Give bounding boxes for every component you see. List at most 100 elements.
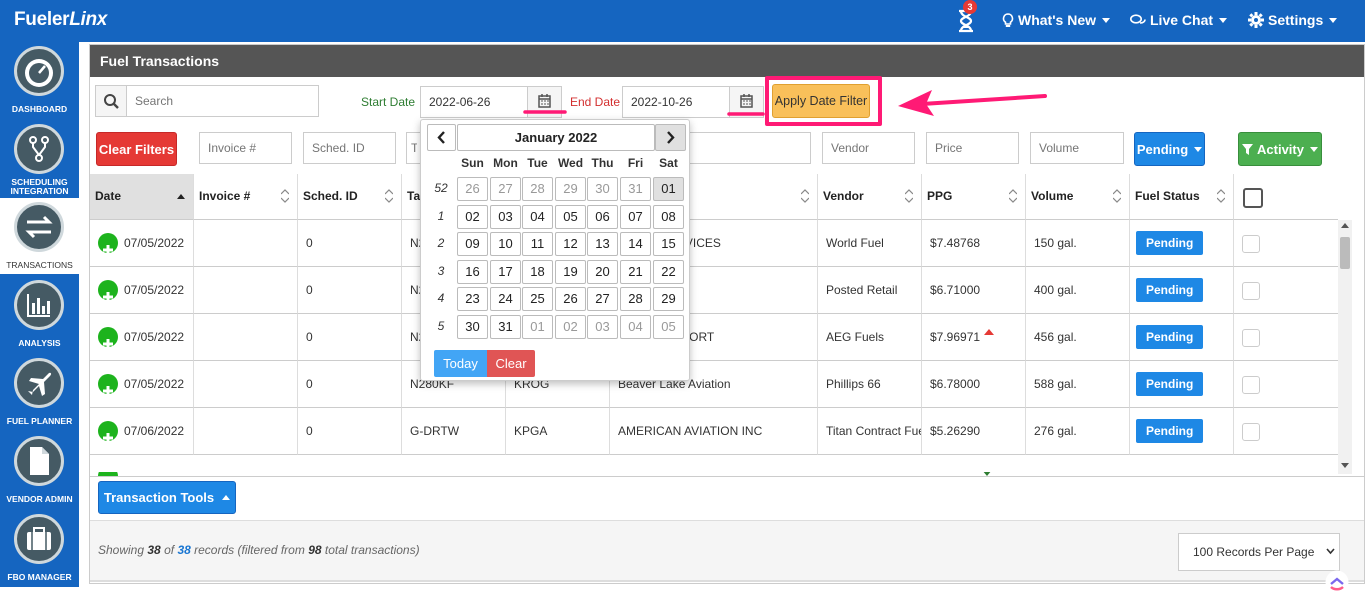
datepicker-day[interactable]: 11 <box>522 232 553 256</box>
table-scrollbar[interactable] <box>1338 220 1352 474</box>
row-select-checkbox[interactable] <box>1242 376 1260 394</box>
select-all-checkbox[interactable] <box>1243 188 1263 208</box>
datepicker-day[interactable]: 12 <box>555 232 586 256</box>
add-circle-icon[interactable] <box>98 232 118 255</box>
datepicker-day[interactable]: 01 <box>653 177 684 201</box>
datepicker-day[interactable]: 22 <box>653 259 684 284</box>
datepicker-day[interactable]: 14 <box>620 232 651 256</box>
scroll-down-arrow-icon[interactable] <box>1341 463 1349 468</box>
column-header-sched-id[interactable]: Sched. ID <box>298 174 402 220</box>
invoice-filter-input[interactable] <box>199 132 292 164</box>
add-circle-icon[interactable] <box>98 373 118 396</box>
add-circle-icon[interactable] <box>98 326 118 349</box>
datepicker-clear-button[interactable]: Clear <box>487 350 535 377</box>
vendor-filter-input[interactable] <box>822 132 915 164</box>
datepicker-day[interactable]: 16 <box>457 259 488 284</box>
datepicker-day[interactable]: 02 <box>457 204 488 229</box>
volume-filter-input[interactable] <box>1030 132 1124 164</box>
datepicker-day[interactable]: 17 <box>490 259 521 284</box>
clickup-logo-icon[interactable] <box>1325 570 1349 594</box>
datepicker-day[interactable]: 02 <box>555 314 586 339</box>
datepicker-day[interactable]: 09 <box>457 232 488 256</box>
datepicker-day[interactable]: 10 <box>490 232 521 256</box>
records-per-page-select[interactable]: 100 Records Per Page <box>1178 533 1340 571</box>
sched-id-filter-input[interactable] <box>303 132 396 164</box>
row-select-checkbox[interactable] <box>1242 329 1260 347</box>
column-header-vendor[interactable]: Vendor <box>818 174 922 220</box>
scroll-up-arrow-icon[interactable] <box>1341 223 1349 228</box>
datepicker-day[interactable]: 28 <box>620 287 651 311</box>
transaction-tools-button[interactable]: Transaction Tools <box>98 481 236 514</box>
fuel-status-pending-button[interactable]: Pending <box>1136 325 1204 349</box>
datepicker-day[interactable]: 05 <box>555 204 586 229</box>
row-select-checkbox[interactable] <box>1242 235 1260 253</box>
fuel-status-dropdown[interactable]: Pending <box>1134 132 1205 166</box>
settings-menu[interactable]: Settings <box>1248 12 1338 28</box>
datepicker-day[interactable]: 04 <box>522 204 553 229</box>
datepicker-day[interactable]: 30 <box>457 314 488 339</box>
datepicker-day[interactable]: 03 <box>587 314 618 339</box>
whats-new-menu[interactable]: What's New <box>1002 12 1111 28</box>
sidebar-item-scheduling[interactable]: SCHEDULING INTEGRATION <box>0 120 79 196</box>
sidebar-item-dashboard[interactable]: DASHBOARD <box>0 42 79 118</box>
datepicker-day[interactable]: 26 <box>457 177 488 201</box>
live-chat-menu[interactable]: Live Chat <box>1130 12 1228 28</box>
fuel-status-pending-button[interactable]: Pending <box>1136 372 1204 396</box>
fuel-status-pending-button[interactable]: Pending <box>1136 278 1204 302</box>
column-header-date[interactable]: Date <box>90 174 194 220</box>
column-header-volume[interactable]: Volume <box>1026 174 1130 220</box>
search-button[interactable] <box>95 85 127 117</box>
add-circle-icon[interactable] <box>98 279 118 302</box>
sidebar-item-vendor-admin[interactable]: VENDOR ADMIN <box>0 432 79 508</box>
datepicker-month-title[interactable]: January 2022 <box>457 124 655 151</box>
datepicker-day[interactable]: 20 <box>587 259 618 284</box>
datepicker-day[interactable]: 05 <box>653 314 684 339</box>
datepicker-day[interactable]: 26 <box>555 287 586 311</box>
column-header-invoice[interactable]: Invoice # <box>194 174 298 220</box>
datepicker-day[interactable]: 23 <box>457 287 488 311</box>
datepicker-day[interactable]: 13 <box>587 232 618 256</box>
datepicker-day[interactable]: 30 <box>587 177 618 201</box>
datepicker-day[interactable]: 15 <box>653 232 684 256</box>
price-filter-input[interactable] <box>926 132 1019 164</box>
activity-dropdown[interactable]: Activity <box>1238 132 1322 166</box>
datepicker-next-button[interactable] <box>655 124 686 151</box>
datepicker-day[interactable]: 18 <box>522 259 553 284</box>
datepicker-day[interactable]: 31 <box>490 314 521 339</box>
clear-filters-button[interactable]: Clear Filters <box>96 132 177 166</box>
start-date-input[interactable]: 2022-06-26 <box>420 86 528 118</box>
datepicker-day[interactable]: 24 <box>490 287 521 311</box>
datepicker-day[interactable]: 25 <box>522 287 553 311</box>
sidebar-item-fbo-manager[interactable]: FBO MANAGER <box>0 510 79 586</box>
sidebar-item-transactions[interactable]: TRANSACTIONS <box>0 198 79 274</box>
datepicker-day[interactable]: 01 <box>522 314 553 339</box>
row-select-checkbox[interactable] <box>1242 423 1260 441</box>
datepicker-day[interactable]: 29 <box>653 287 684 311</box>
column-header-ppg[interactable]: PPG <box>922 174 1026 220</box>
row-select-checkbox[interactable] <box>1242 282 1260 300</box>
datepicker-day[interactable]: 28 <box>522 177 553 201</box>
datepicker-prev-button[interactable] <box>427 124 456 151</box>
fuel-status-pending-button[interactable]: Pending <box>1136 231 1204 255</box>
datepicker-day[interactable]: 19 <box>555 259 586 284</box>
datepicker-today-button[interactable]: Today <box>434 350 487 377</box>
sidebar-item-fuel-planner[interactable]: FUEL PLANNER <box>0 354 79 430</box>
fuelerlinx-logo[interactable]: FuelerLinx <box>14 9 107 31</box>
scrollbar-thumb[interactable] <box>1340 237 1350 269</box>
datepicker-day[interactable]: 08 <box>653 204 684 229</box>
datepicker-day[interactable]: 29 <box>555 177 586 201</box>
datepicker-day[interactable]: 21 <box>620 259 651 284</box>
datepicker-day[interactable]: 04 <box>620 314 651 339</box>
add-circle-icon[interactable] <box>98 420 118 443</box>
datepicker-day[interactable]: 06 <box>587 204 618 229</box>
datepicker-day[interactable]: 27 <box>587 287 618 311</box>
search-input[interactable] <box>126 85 319 117</box>
datepicker-day[interactable]: 03 <box>490 204 521 229</box>
column-header-fuel-status[interactable]: Fuel Status <box>1130 174 1234 220</box>
fuel-status-pending-button[interactable]: Pending <box>1136 419 1204 443</box>
datepicker-day[interactable]: 07 <box>620 204 651 229</box>
fbo-filter-input[interactable] <box>686 132 811 164</box>
datepicker-day[interactable]: 31 <box>620 177 651 201</box>
datepicker-day[interactable]: 27 <box>490 177 521 201</box>
sidebar-item-analysis[interactable]: ANALYSIS <box>0 276 79 352</box>
